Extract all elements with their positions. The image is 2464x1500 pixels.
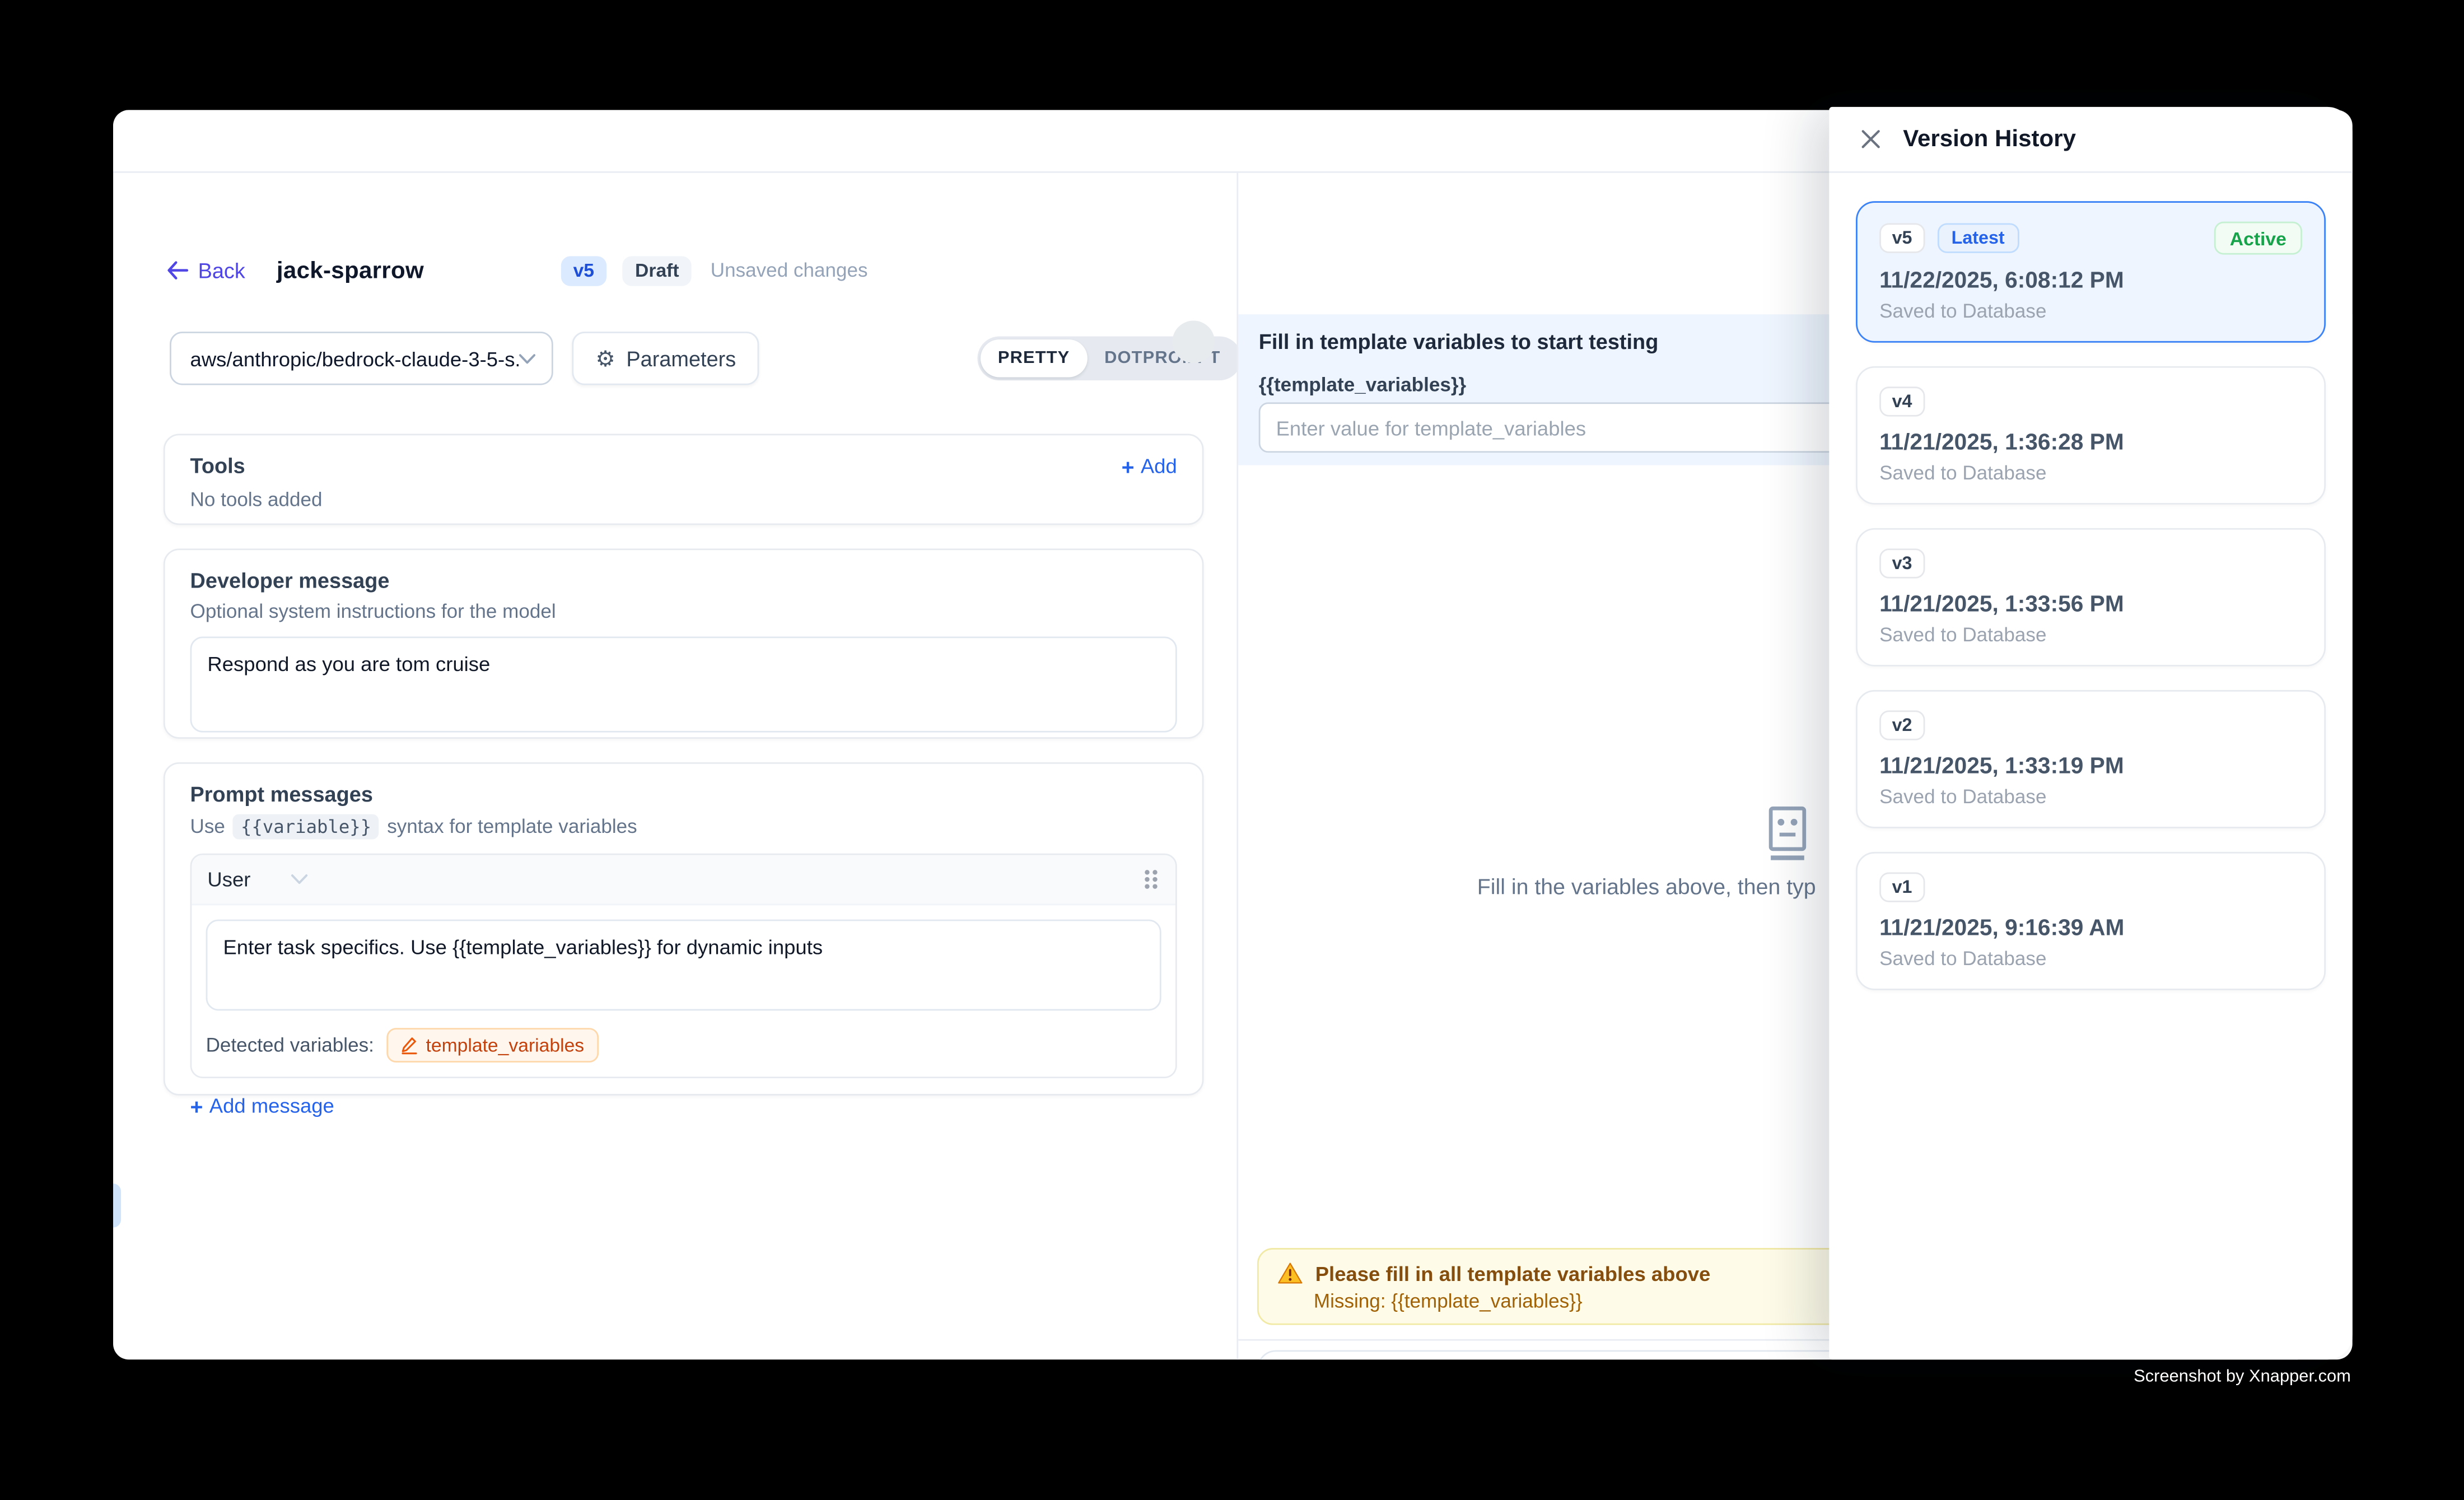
version-number-badge: v5 [1879, 223, 1925, 253]
pane-scroll-thumb[interactable] [1172, 320, 1215, 363]
left-edge-indicator [113, 1184, 121, 1228]
detected-variables-label: Detected variables: [206, 1034, 374, 1056]
prompt-message-block: User Enter task specifics. Use {{templat… [190, 854, 1177, 1078]
message-body: Enter task specifics. Use {{template_var… [192, 905, 1175, 1024]
chevron-down-icon [519, 353, 536, 364]
chevron-down-icon[interactable] [291, 874, 309, 885]
parameters-label: Parameters [626, 347, 736, 370]
add-tool-label: Add [1141, 454, 1177, 478]
message-role-header: User [192, 855, 1175, 906]
model-select[interactable]: aws/anthropic/bedrock-claude-3-5-s... [170, 332, 553, 385]
back-button[interactable]: Back [166, 259, 245, 282]
version-card[interactable]: v1 11/21/2025, 9:16:39 AM Saved to Datab… [1856, 852, 2326, 990]
version-card[interactable]: v5 Latest Active 11/22/2025, 6:08:12 PM … [1856, 201, 2326, 343]
version-status: Saved to Database [1879, 786, 2302, 808]
pencil-icon [401, 1036, 418, 1055]
warning-title: Please fill in all template variables ab… [1315, 1262, 1711, 1285]
template-variable-chip[interactable]: template_variables [386, 1028, 598, 1063]
close-icon[interactable] [1858, 127, 1883, 152]
developer-message-textarea[interactable]: Respond as you are tom cruise [190, 636, 1177, 732]
developer-message-card: Developer message Optional system instru… [164, 548, 1204, 739]
version-badges-row: v4 [1879, 386, 2302, 416]
version-card[interactable]: v3 11/21/2025, 1:33:56 PM Saved to Datab… [1856, 528, 2326, 667]
template-panel-title: Fill in template variables to start test… [1259, 330, 1659, 353]
prompt-messages-title: Prompt messages [190, 782, 1177, 806]
version-number-badge: v2 [1879, 710, 1925, 740]
add-tool-button[interactable]: + Add [1122, 454, 1177, 478]
screenshot-watermark: Screenshot by Xnapper.com [2134, 1367, 2351, 1386]
tools-card: Tools + Add No tools added [164, 434, 1204, 525]
version-history-panel: Version History v5 Latest Active 11/22/2… [1829, 107, 2352, 1359]
version-badges-row: v2 [1879, 710, 2302, 740]
draft-badge: Draft [623, 255, 692, 285]
developer-message-subtitle: Optional system instructions for the mod… [190, 600, 1177, 622]
version-timestamp: 11/21/2025, 9:16:39 AM [1879, 916, 2302, 942]
model-select-value: aws/anthropic/bedrock-claude-3-5-s... [190, 347, 519, 370]
tools-empty-text: No tools added [190, 489, 1177, 511]
syntax-code-chip: {{variable}} [233, 814, 379, 840]
chat-empty-state-text: Fill in the variables above, then typ [1477, 874, 1816, 899]
screenshot-stage: Back jack-sparrow v5 Draft Unsaved chang… [0, 0, 2464, 1500]
version-timestamp: 11/22/2025, 6:08:12 PM [1879, 269, 2302, 294]
gear-icon: ⚙ [596, 347, 615, 369]
version-status: Saved to Database [1879, 948, 2302, 970]
plus-icon: + [1122, 455, 1135, 477]
role-select[interactable]: User [207, 868, 250, 891]
unsaved-changes-label: Unsaved changes [711, 259, 868, 281]
version-card[interactable]: v4 11/21/2025, 1:36:28 PM Saved to Datab… [1856, 366, 2326, 505]
syntax-suffix: syntax for template variables [387, 816, 637, 837]
version-status: Saved to Database [1879, 462, 2302, 484]
version-history-header: Version History [1829, 107, 2352, 173]
page-title: jack-sparrow [277, 257, 424, 284]
syntax-prefix: Use [190, 816, 225, 837]
version-badge: v5 [561, 255, 606, 285]
toggle-pretty[interactable]: PRETTY [981, 339, 1087, 377]
user-message-textarea[interactable]: Enter task specifics. Use {{template_var… [206, 920, 1161, 1011]
version-number-badge: v3 [1879, 548, 1925, 578]
add-message-label: Add message [209, 1094, 334, 1117]
add-message-button[interactable]: + Add message [190, 1094, 1177, 1117]
version-status: Saved to Database [1879, 624, 2302, 646]
prompt-messages-card: Prompt messages Use {{variable}} syntax … [164, 762, 1204, 1096]
version-list: v5 Latest Active 11/22/2025, 6:08:12 PM … [1829, 173, 2352, 1042]
version-badges-row: v3 [1879, 548, 2302, 578]
version-timestamp: 11/21/2025, 1:33:19 PM [1879, 754, 2302, 780]
warning-triangle-icon [1277, 1262, 1303, 1284]
breadcrumb-row: Back jack-sparrow v5 Draft Unsaved chang… [166, 253, 867, 288]
bot-face-icon [1758, 805, 1817, 863]
latest-badge: Latest [1937, 223, 2019, 253]
arrow-left-icon [166, 261, 188, 280]
parameters-button[interactable]: ⚙ Parameters [572, 332, 759, 385]
active-badge: Active [2214, 222, 2302, 255]
version-timestamp: 11/21/2025, 1:36:28 PM [1879, 431, 2302, 456]
tools-title: Tools [190, 454, 245, 478]
developer-message-title: Developer message [190, 569, 1177, 593]
version-number-badge: v4 [1879, 386, 1925, 416]
plus-icon: + [190, 1094, 203, 1116]
syntax-hint: Use {{variable}} syntax for template var… [190, 814, 1177, 840]
back-label: Back [198, 259, 245, 282]
version-history-title: Version History [1903, 125, 2076, 152]
version-number-badge: v1 [1879, 872, 1925, 902]
version-badges-row: v1 [1879, 872, 2302, 902]
model-toolbar: aws/anthropic/bedrock-claude-3-5-s... ⚙ … [170, 332, 759, 385]
version-card[interactable]: v2 11/21/2025, 1:33:19 PM Saved to Datab… [1856, 690, 2326, 828]
detected-variables-row: Detected variables: template_variables [192, 1025, 1175, 1077]
template-variable-chip-label: template_variables [426, 1034, 585, 1056]
version-status: Saved to Database [1879, 300, 2302, 322]
version-timestamp: 11/21/2025, 1:33:56 PM [1879, 593, 2302, 618]
drag-handle-icon[interactable] [1142, 868, 1160, 891]
version-badges-row: v5 Latest Active [1879, 222, 2302, 255]
toggle-dotprompt[interactable]: DOTPROMPT [1087, 339, 1238, 377]
template-variable-name: {{template_variables}} [1259, 374, 1466, 396]
